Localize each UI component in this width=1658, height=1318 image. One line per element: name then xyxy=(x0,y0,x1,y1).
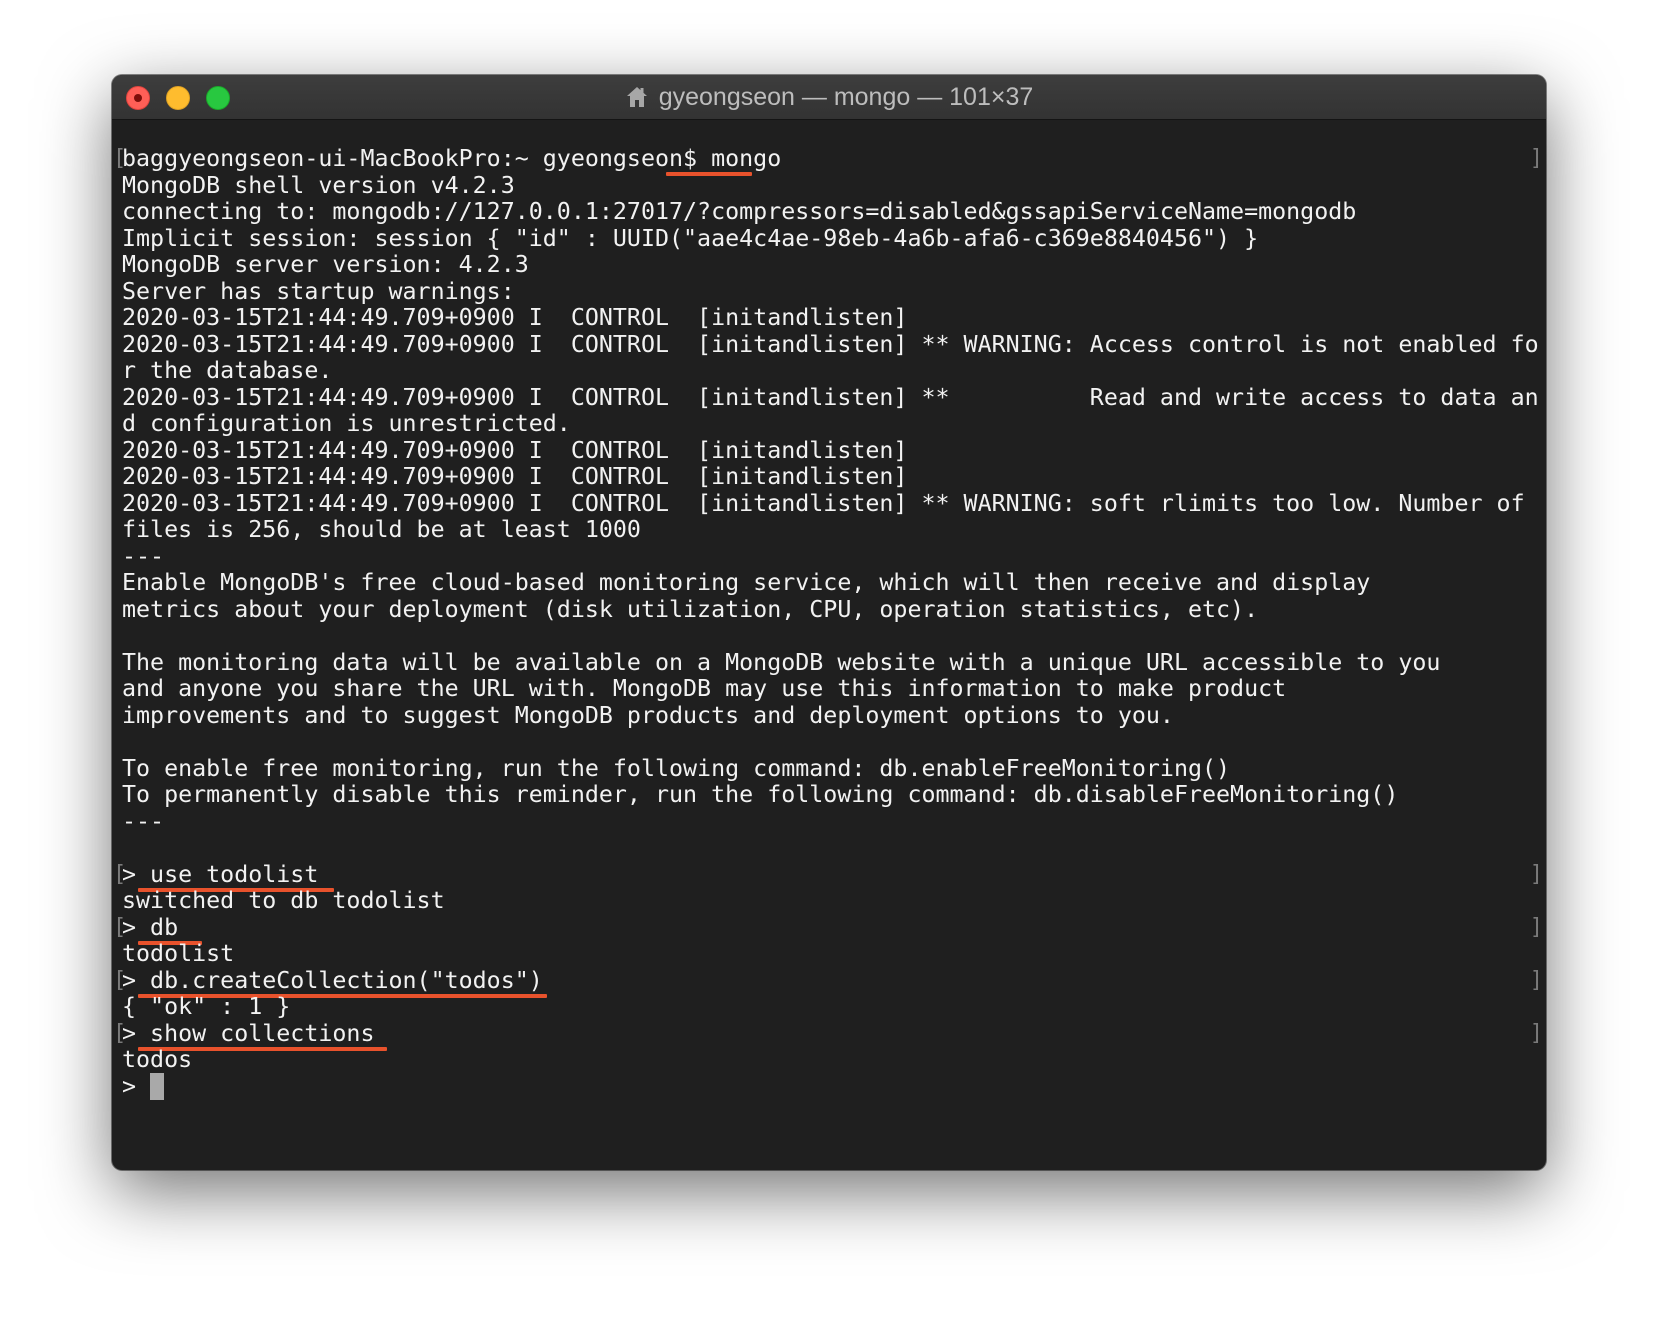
title-bar[interactable]: gyeongseon — mongo — 101×37 xyxy=(112,75,1546,120)
mark-bracket-right: ] xyxy=(1529,967,1543,993)
terminal-line: todos xyxy=(122,1046,193,1073)
mark-bracket-right: ] xyxy=(1529,914,1543,940)
mark-bracket-left: [ xyxy=(113,967,127,993)
mark-bracket-right: ] xyxy=(1529,1020,1543,1046)
terminal-line: --- xyxy=(122,807,165,835)
mark-bracket-left: [ xyxy=(113,1020,127,1046)
window-title: gyeongseon — mongo — 101×37 xyxy=(112,75,1546,119)
terminal-line: switched to db todolist xyxy=(122,887,445,914)
terminal-line: 2020-03-15T21:44:49.709+0900 I CONTROL [… xyxy=(122,383,1539,411)
mark-bracket-left: [ xyxy=(113,861,127,887)
shell-prompt-line: > db.createCollection("todos") xyxy=(122,966,543,994)
terminal-line: d configuration is unrestricted. xyxy=(122,410,571,437)
shell-prompt-line: > show collections xyxy=(122,1019,375,1047)
terminal-line: 2020-03-15T21:44:49.709+0900 I CONTROL [… xyxy=(122,489,1525,517)
terminal-line: Enable MongoDB's free cloud-based monito… xyxy=(122,569,1371,596)
terminal-line: { "ok" : 1 } xyxy=(122,993,291,1020)
shell-prompt-line: > use todolist xyxy=(122,860,319,888)
terminal-line: To permanently disable this reminder, ru… xyxy=(122,781,1399,808)
home-folder-icon xyxy=(626,87,647,107)
window-title-text: gyeongseon — mongo — 101×37 xyxy=(658,82,1034,111)
terminal-line: files is 256, should be at least 1000 xyxy=(122,516,641,543)
terminal-line: and anyone you share the URL with. Mongo… xyxy=(122,675,1287,702)
mark-bracket-right: ] xyxy=(1529,146,1543,171)
mark-bracket-left: [ xyxy=(113,146,127,171)
terminal-line: 2020-03-15T21:44:49.709+0900 I CONTROL [… xyxy=(122,304,908,331)
terminal-line: metrics about your deployment (disk util… xyxy=(122,595,1259,623)
terminal-line: Server has startup warnings: xyxy=(122,277,515,305)
shell-prompt-line: > xyxy=(122,1072,151,1100)
shell-prompt-line: > db xyxy=(122,913,179,941)
terminal-line: --- xyxy=(122,542,165,570)
terminal-line: 2020-03-15T21:44:49.709+0900 I CONTROL [… xyxy=(122,463,908,490)
terminal-line: baggyeongseon-ui-MacBookPro:~ gyeongseon… xyxy=(122,145,782,172)
terminal-line: r the database. xyxy=(122,357,333,384)
terminal-line: Implicit session: session { "id" : UUID(… xyxy=(122,224,1259,252)
mark-bracket-right: ] xyxy=(1529,861,1543,887)
terminal-line: The monitoring data will be available on… xyxy=(122,648,1441,676)
terminal-line: improvements and to suggest MongoDB prod… xyxy=(122,701,1174,729)
terminal-line: MongoDB server version: 4.2.3 xyxy=(122,251,529,278)
terminal-line: MongoDB shell version v4.2.3 xyxy=(122,171,515,199)
terminal-line: To enable free monitoring, run the follo… xyxy=(122,754,1231,782)
command-highlight-underline xyxy=(666,172,753,176)
terminal-line: todolist xyxy=(122,940,235,967)
terminal-window: gyeongseon — mongo — 101×37 baggyeongseo… xyxy=(112,75,1546,1170)
terminal-output[interactable]: baggyeongseon-ui-MacBookPro:~ gyeongseon… xyxy=(112,120,1546,1170)
text-cursor xyxy=(150,1072,164,1100)
terminal-line: connecting to: mongodb://127.0.0.1:27017… xyxy=(122,198,1357,225)
terminal-line: 2020-03-15T21:44:49.709+0900 I CONTROL [… xyxy=(122,330,1539,358)
mark-bracket-left: [ xyxy=(113,914,127,940)
terminal-line: 2020-03-15T21:44:49.709+0900 I CONTROL [… xyxy=(122,436,908,464)
